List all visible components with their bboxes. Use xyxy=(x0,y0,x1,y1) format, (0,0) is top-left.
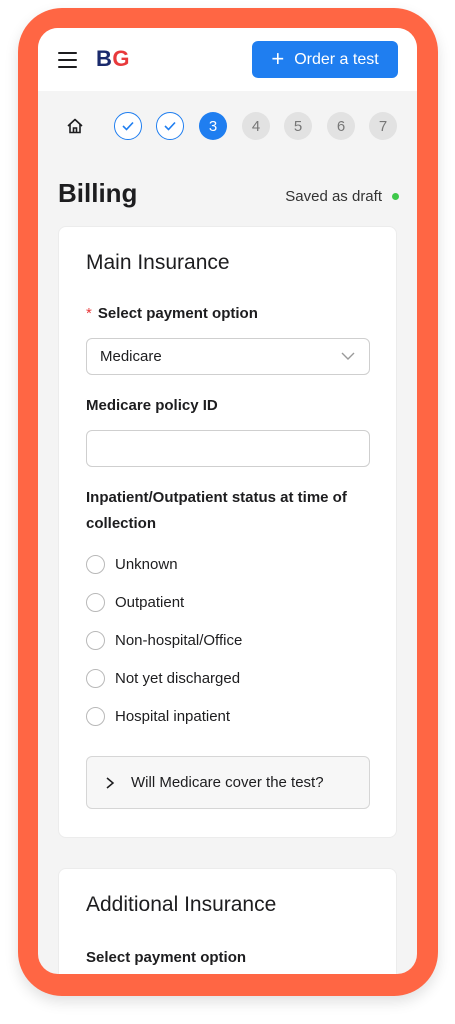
status-label-line2: collection xyxy=(86,515,157,532)
main-insurance-card: Main Insurance * Select payment option Me… xyxy=(58,226,397,838)
additional-insurance-card: Additional Insurance Select payment opti… xyxy=(58,868,397,974)
logo[interactable]: BG xyxy=(96,46,130,72)
policy-id-label: Medicare policy ID xyxy=(86,397,218,414)
top-bar: BG + Order a test xyxy=(38,28,417,91)
status-option-hospital-inpatient[interactable]: Hospital inpatient xyxy=(86,707,230,726)
draft-status-dot xyxy=(392,193,399,200)
status-option-label: Hospital inpatient xyxy=(115,708,231,725)
payment-option-label: * Select payment option xyxy=(86,301,258,327)
draft-status: Saved as draft xyxy=(285,188,399,205)
chevron-down-icon xyxy=(341,352,355,360)
app-screen: BG + Order a test 3 4 5 6 7 Billing Save… xyxy=(38,28,417,974)
payment-option-value: Medicare xyxy=(100,348,162,365)
status-option-label: Outpatient xyxy=(115,594,185,611)
hamburger-menu-icon[interactable] xyxy=(58,52,77,68)
chevron-right-icon xyxy=(106,776,115,789)
step-1-check-icon[interactable] xyxy=(114,112,142,140)
medicare-coverage-accordion[interactable]: Will Medicare cover the test? xyxy=(86,756,370,809)
order-test-button[interactable]: + Order a test xyxy=(252,41,398,78)
logo-letter-g: G xyxy=(112,46,131,71)
step-6[interactable]: 6 xyxy=(327,112,355,140)
radio-button[interactable] xyxy=(86,555,105,574)
radio-button[interactable] xyxy=(86,707,105,726)
draft-status-label: Saved as draft xyxy=(285,188,382,205)
radio-button[interactable] xyxy=(86,593,105,612)
home-icon[interactable] xyxy=(66,117,84,135)
radio-button[interactable] xyxy=(86,631,105,650)
status-option-not-discharged[interactable]: Not yet discharged xyxy=(86,669,240,688)
step-4[interactable]: 4 xyxy=(242,112,270,140)
payment-option-select[interactable]: Medicare xyxy=(86,338,370,375)
step-7[interactable]: 7 xyxy=(369,112,397,140)
status-option-label: Not yet discharged xyxy=(115,670,241,687)
main-insurance-title: Main Insurance xyxy=(86,251,230,274)
additional-insurance-title: Additional Insurance xyxy=(86,893,277,916)
status-option-label: Non-hospital/Office xyxy=(115,632,243,649)
payment-option-label-text: Select payment option xyxy=(97,305,258,322)
status-option-non-hospital[interactable]: Non-hospital/Office xyxy=(86,631,242,650)
policy-id-input[interactable] xyxy=(86,430,370,467)
radio-button[interactable] xyxy=(86,669,105,688)
step-5[interactable]: 5 xyxy=(284,112,312,140)
page-title: Billing xyxy=(58,178,138,208)
order-test-label: Order a test xyxy=(294,50,379,68)
status-option-label: Unknown xyxy=(115,556,178,573)
progress-stepper: 3 4 5 6 7 xyxy=(38,110,417,140)
status-option-unknown[interactable]: Unknown xyxy=(86,555,178,574)
required-marker: * xyxy=(86,305,92,322)
step-3[interactable]: 3 xyxy=(199,112,227,140)
step-2-check-icon[interactable] xyxy=(156,112,184,140)
status-option-outpatient[interactable]: Outpatient xyxy=(86,593,184,612)
plus-icon: + xyxy=(271,45,285,71)
additional-payment-option-label: Select payment option xyxy=(86,949,247,966)
logo-letter-b: B xyxy=(96,46,113,71)
status-label-line1: Inpatient/Outpatient status at time of xyxy=(86,489,347,506)
medicare-coverage-label: Will Medicare cover the test? xyxy=(131,774,324,791)
